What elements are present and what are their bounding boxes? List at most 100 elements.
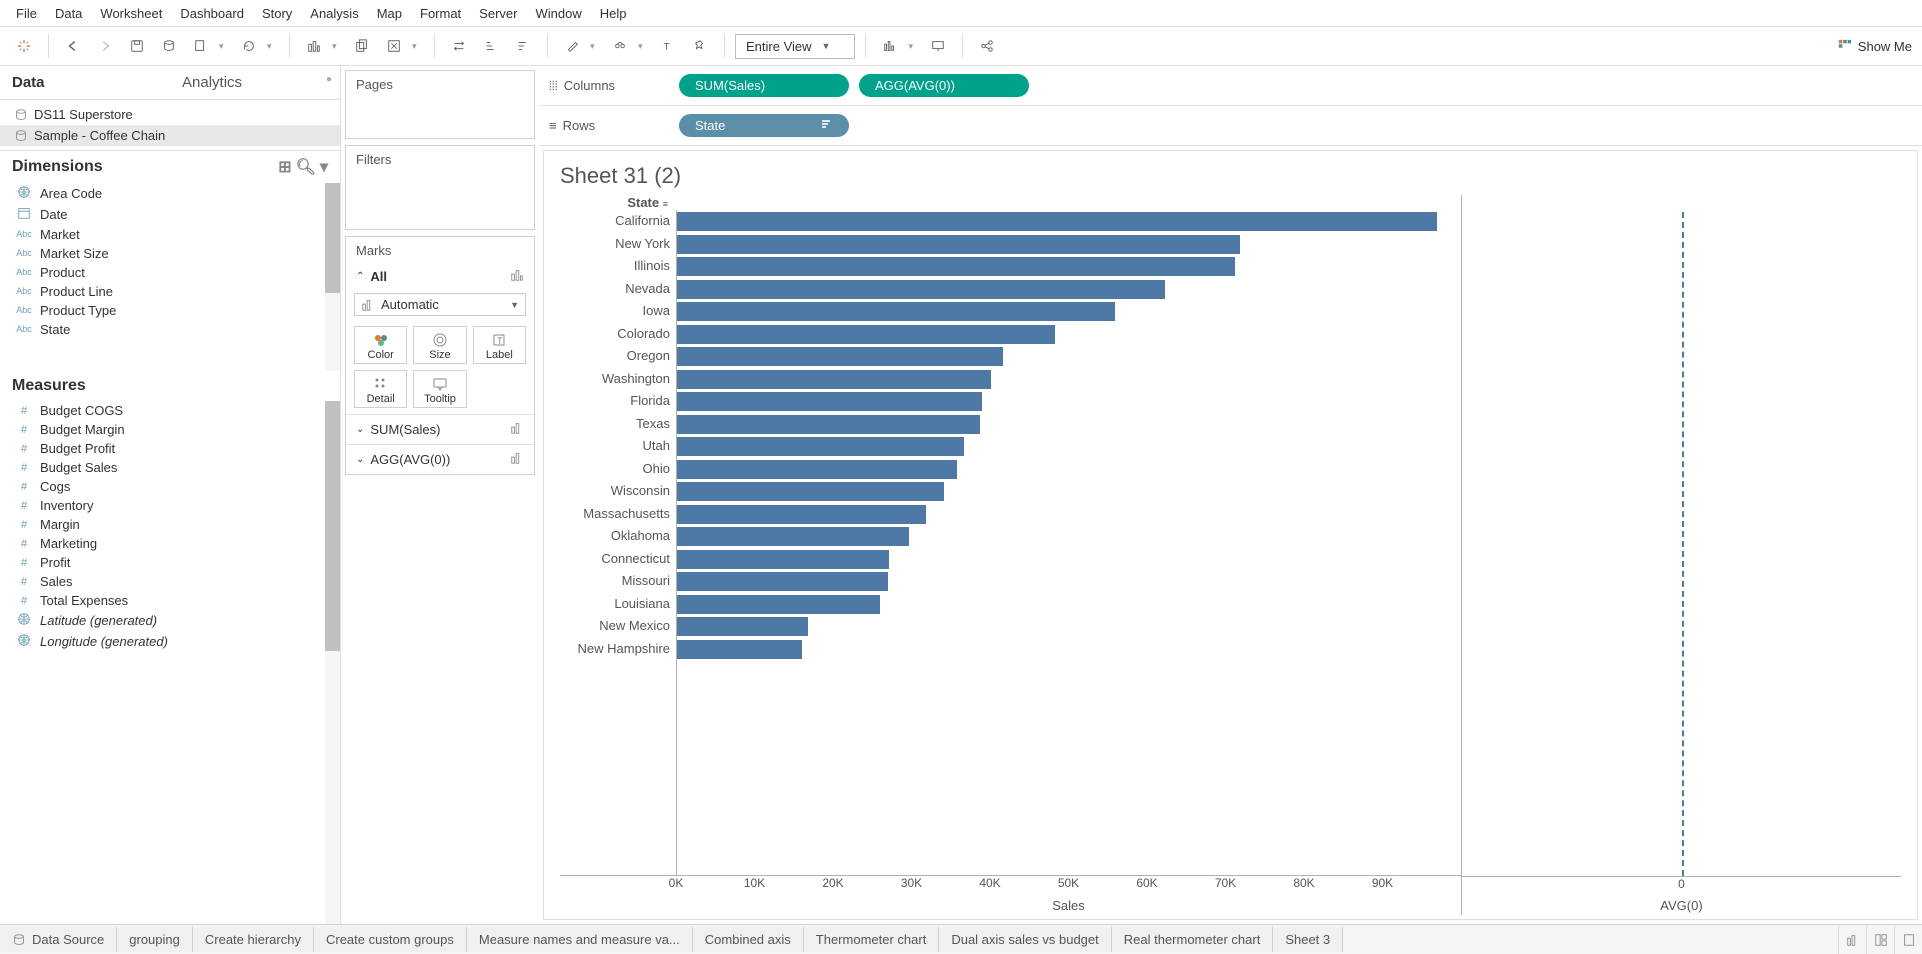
tab-analytics[interactable]: Analytics● xyxy=(170,66,340,99)
redo-icon[interactable] xyxy=(91,32,119,60)
bar-label[interactable]: Connecticut xyxy=(560,548,670,571)
bar[interactable] xyxy=(677,302,1115,321)
bar-label[interactable]: Nevada xyxy=(560,278,670,301)
new-sheet-icon[interactable] xyxy=(187,32,215,60)
field-item[interactable]: #Marketing xyxy=(0,534,340,553)
bar-label[interactable]: Wisconsin xyxy=(560,480,670,503)
fit-selector[interactable]: Entire View xyxy=(735,34,855,59)
field-item[interactable]: #Total Expenses xyxy=(0,591,340,610)
bar[interactable] xyxy=(677,370,991,389)
bar-label[interactable]: Oregon xyxy=(560,345,670,368)
save-icon[interactable] xyxy=(123,32,151,60)
bar[interactable] xyxy=(677,347,1003,366)
bar-label[interactable]: New Hampshire xyxy=(560,638,670,661)
new-worksheet-icon[interactable] xyxy=(300,32,328,60)
sheet-tab[interactable]: Thermometer chart xyxy=(804,927,940,952)
field-item[interactable]: #Sales xyxy=(0,572,340,591)
menu-help[interactable]: Help xyxy=(592,4,635,23)
show-cards-icon[interactable] xyxy=(876,32,904,60)
menu-dashboard[interactable]: Dashboard xyxy=(172,4,252,23)
menu-format[interactable]: Format xyxy=(412,4,469,23)
pill-state[interactable]: State xyxy=(679,114,849,137)
bar[interactable] xyxy=(677,415,980,434)
labels-icon[interactable]: T xyxy=(654,32,682,60)
menu-story[interactable]: Story xyxy=(254,4,300,23)
sheet-tab[interactable]: Measure names and measure va... xyxy=(467,927,693,952)
duplicate-sheet-icon[interactable] xyxy=(348,32,376,60)
refresh-icon[interactable] xyxy=(235,32,263,60)
bar-label[interactable]: New Mexico xyxy=(560,615,670,638)
menu-file[interactable]: File xyxy=(8,4,45,23)
mark-type-selector[interactable]: Automatic xyxy=(354,293,526,316)
sheet-tab[interactable]: Combined axis xyxy=(693,927,804,952)
share-icon[interactable] xyxy=(973,32,1001,60)
presentation-icon[interactable] xyxy=(924,32,952,60)
menu-server[interactable]: Server xyxy=(471,4,525,23)
field-item[interactable]: #Profit xyxy=(0,553,340,572)
field-item[interactable]: AbcProduct Line xyxy=(0,282,340,301)
menu-worksheet[interactable]: Worksheet xyxy=(92,4,170,23)
pages-card[interactable]: Pages xyxy=(345,70,535,139)
marks-agg-avg0[interactable]: ⌄AGG(AVG(0)) xyxy=(346,444,534,474)
menu-analysis[interactable]: Analysis xyxy=(302,4,366,23)
label-button[interactable]: TLabel xyxy=(473,326,526,364)
data-source-tab[interactable]: Data Source xyxy=(0,927,117,952)
bar-label[interactable]: Colorado xyxy=(560,323,670,346)
bar-label[interactable]: California xyxy=(560,210,670,233)
group-icon[interactable] xyxy=(606,32,634,60)
sheet-tab[interactable]: grouping xyxy=(117,927,193,952)
bar[interactable] xyxy=(677,595,880,614)
size-button[interactable]: Size xyxy=(413,326,466,364)
tableau-logo[interactable] xyxy=(10,32,38,60)
show-me-button[interactable]: Show Me xyxy=(1838,39,1912,54)
state-column-header[interactable]: State ≡ xyxy=(560,195,676,210)
bar[interactable] xyxy=(677,280,1165,299)
pill-sum-sales[interactable]: SUM(Sales) xyxy=(679,74,849,97)
field-item[interactable]: #Budget Margin xyxy=(0,420,340,439)
columns-shelf[interactable]: ⦙⦙⦙Columns SUM(Sales) AGG(AVG(0)) xyxy=(539,66,1922,106)
search-fields-icon[interactable]: 🔍︎ xyxy=(296,157,316,177)
bar-label[interactable]: Louisiana xyxy=(560,593,670,616)
filters-card[interactable]: Filters xyxy=(345,145,535,230)
bar-label[interactable]: Massachusetts xyxy=(560,503,670,526)
field-item[interactable]: AbcProduct xyxy=(0,263,340,282)
undo-icon[interactable] xyxy=(59,32,87,60)
pin-icon[interactable] xyxy=(686,32,714,60)
bar-label[interactable]: New York xyxy=(560,233,670,256)
sort-asc-icon[interactable] xyxy=(477,32,505,60)
sheet-tab[interactable]: Create hierarchy xyxy=(193,927,314,952)
field-item[interactable]: Latitude (generated) xyxy=(0,610,340,631)
field-item[interactable]: Date xyxy=(0,204,340,225)
bar-label[interactable]: Florida xyxy=(560,390,670,413)
bar[interactable] xyxy=(677,572,888,591)
bar[interactable] xyxy=(677,505,926,524)
detail-button[interactable]: Detail xyxy=(354,370,407,408)
bar[interactable] xyxy=(677,437,964,456)
marks-sum-sales[interactable]: ⌄SUM(Sales) xyxy=(346,414,534,444)
bar[interactable] xyxy=(677,257,1235,276)
field-item[interactable]: AbcMarket Size xyxy=(0,244,340,263)
bar[interactable] xyxy=(677,235,1240,254)
bar[interactable] xyxy=(677,640,802,659)
bar-label[interactable]: Utah xyxy=(560,435,670,458)
field-item[interactable]: #Budget Sales xyxy=(0,458,340,477)
bar[interactable] xyxy=(677,212,1437,231)
bar[interactable] xyxy=(677,460,957,479)
menu-window[interactable]: Window xyxy=(527,4,589,23)
menu-icon[interactable]: ▾ xyxy=(320,157,328,177)
sheet-tab[interactable]: Sheet 3 xyxy=(1273,927,1343,952)
bar[interactable] xyxy=(677,617,808,636)
bar-label[interactable]: Texas xyxy=(560,413,670,436)
bar-label[interactable]: Illinois xyxy=(560,255,670,278)
marks-all-section[interactable]: ⌃All xyxy=(346,264,534,289)
field-item[interactable]: #Budget COGS xyxy=(0,401,340,420)
field-item[interactable]: #Inventory xyxy=(0,496,340,515)
datasource-item[interactable]: DS11 Superstore xyxy=(0,104,340,125)
clear-sheet-icon[interactable] xyxy=(380,32,408,60)
new-story-tab-icon[interactable] xyxy=(1894,926,1922,954)
rows-shelf[interactable]: ≡Rows State xyxy=(539,106,1922,146)
field-item[interactable]: AbcMarket xyxy=(0,225,340,244)
field-item[interactable]: Longitude (generated) xyxy=(0,631,340,652)
datasource-item[interactable]: Sample - Coffee Chain xyxy=(0,125,340,146)
bar-label[interactable]: Ohio xyxy=(560,458,670,481)
